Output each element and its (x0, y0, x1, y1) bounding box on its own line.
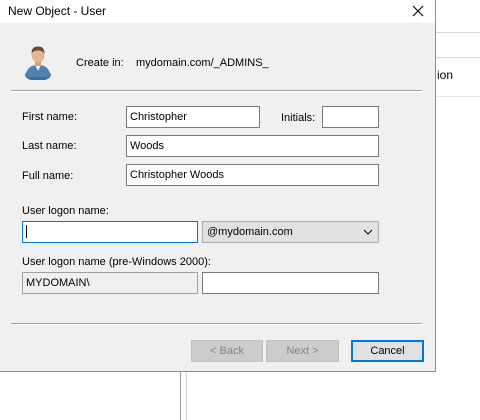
background-toolbar (436, 32, 480, 58)
domain-suffix-dropdown[interactable]: @mydomain.com (202, 221, 379, 243)
pre2000-label: User logon name (pre-Windows 2000): (22, 256, 211, 268)
last-name-label: Last name: (22, 140, 77, 152)
next-button[interactable]: Next > (266, 340, 339, 362)
first-name-label: First name: (22, 111, 78, 123)
pre2000-name-field[interactable] (202, 272, 379, 294)
create-in-path: mydomain.com/_ADMINS_ (136, 57, 269, 69)
full-name-label: Full name: (22, 170, 74, 182)
chevron-down-icon (363, 229, 373, 235)
create-in-label: Create in: (76, 57, 124, 69)
window-title: New Object - User (8, 4, 107, 18)
user-icon (25, 46, 51, 80)
top-separator (11, 90, 422, 92)
domain-suffix-value: @mydomain.com (207, 226, 293, 238)
title-bar: New Object - User (0, 0, 435, 23)
initials-label: Initials: (281, 112, 316, 124)
back-button[interactable]: < Back (191, 340, 263, 362)
close-icon (412, 5, 424, 17)
background-pane-divider-shadow (186, 372, 187, 420)
initials-field[interactable] (322, 106, 379, 128)
background-column-text: ion (437, 68, 454, 82)
new-user-dialog: New Object - User Create in: mydomain.co… (0, 0, 436, 372)
close-button[interactable] (401, 0, 435, 22)
first-name-field[interactable]: Christopher (126, 106, 260, 128)
full-name-field[interactable]: Christopher Woods (126, 164, 379, 186)
logon-name-field[interactable] (22, 221, 198, 243)
background-pane-border (436, 96, 480, 97)
bottom-separator (11, 323, 422, 325)
cancel-button[interactable]: Cancel (351, 340, 424, 362)
logon-name-label: User logon name: (22, 205, 109, 217)
pre2000-domain-field: MYDOMAIN\ (22, 272, 198, 294)
last-name-field[interactable]: Woods (126, 135, 379, 157)
background-pane-divider (180, 372, 181, 420)
text-caret (26, 225, 27, 238)
